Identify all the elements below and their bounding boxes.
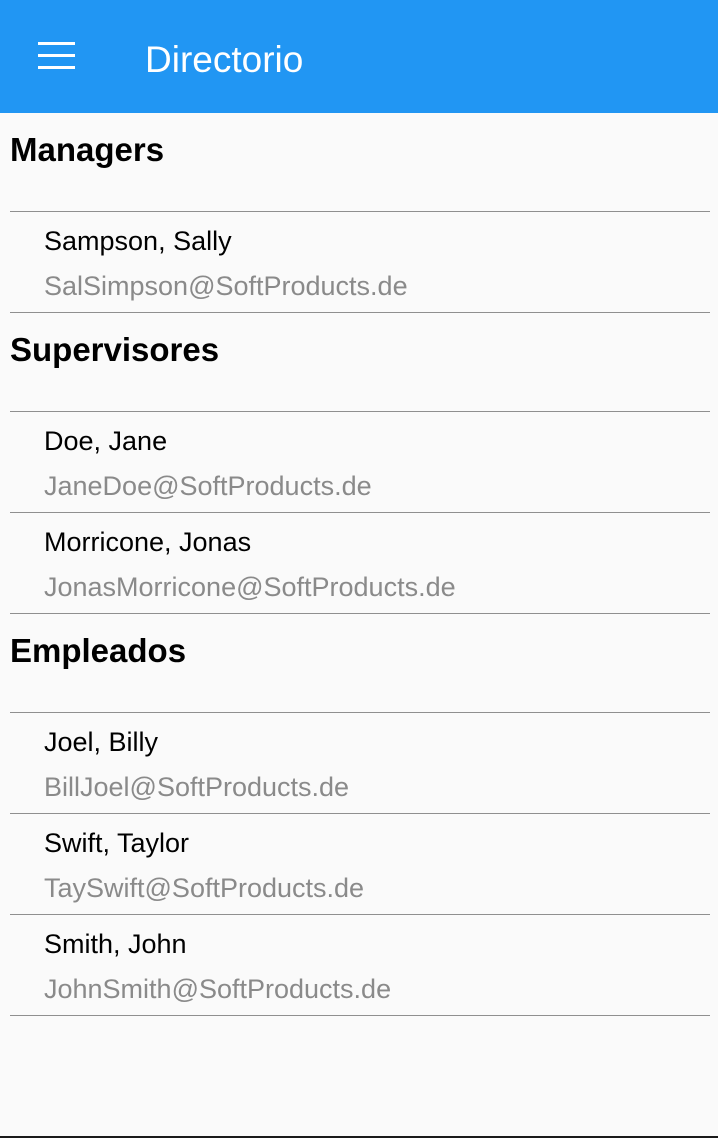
contact-name: Smith, John <box>44 929 187 959</box>
contact-email: TaySwift@SoftProducts.de <box>44 873 365 903</box>
app-bar: Directorio <box>0 0 718 113</box>
contact-name: Doe, Jane <box>44 426 168 456</box>
contact-name: Morricone, Jonas <box>44 527 252 557</box>
contact-email: BillJoel@SoftProducts.de <box>44 772 350 802</box>
contact-name: Swift, Taylor <box>44 828 190 858</box>
list-item[interactable]: Smith, John JohnSmith@SoftProducts.de <box>10 915 710 1016</box>
group-header-managers: Managers <box>10 113 710 212</box>
contact-name: Joel, Billy <box>44 727 159 757</box>
group-header-empleados: Empleados <box>10 614 710 713</box>
list-item[interactable]: Swift, Taylor TaySwift@SoftProducts.de <box>10 814 710 915</box>
group-header-supervisores: Supervisores <box>10 313 710 412</box>
list-item[interactable]: Joel, Billy BillJoel@SoftProducts.de <box>10 713 710 814</box>
list-item[interactable]: Doe, Jane JaneDoe@SoftProducts.de <box>10 412 710 513</box>
page-title: Directorio <box>145 39 304 80</box>
contact-email: JohnSmith@SoftProducts.de <box>44 974 392 1004</box>
list-item[interactable]: Sampson, Sally SalSimpson@SoftProducts.d… <box>10 212 710 313</box>
group-header-label: Managers <box>10 131 165 168</box>
list-item[interactable]: Morricone, Jonas JonasMorricone@SoftProd… <box>10 513 710 614</box>
directory-list[interactable]: Managers Sampson, Sally SalSimpson@SoftP… <box>0 113 718 1016</box>
contact-email: SalSimpson@SoftProducts.de <box>44 271 408 301</box>
contact-email: JaneDoe@SoftProducts.de <box>44 471 372 501</box>
contact-name: Sampson, Sally <box>44 226 232 256</box>
group-header-label: Empleados <box>10 632 187 669</box>
hamburger-menu-icon[interactable] <box>38 42 75 70</box>
contact-email: JonasMorricone@SoftProducts.de <box>44 572 456 602</box>
group-header-label: Supervisores <box>10 331 220 368</box>
